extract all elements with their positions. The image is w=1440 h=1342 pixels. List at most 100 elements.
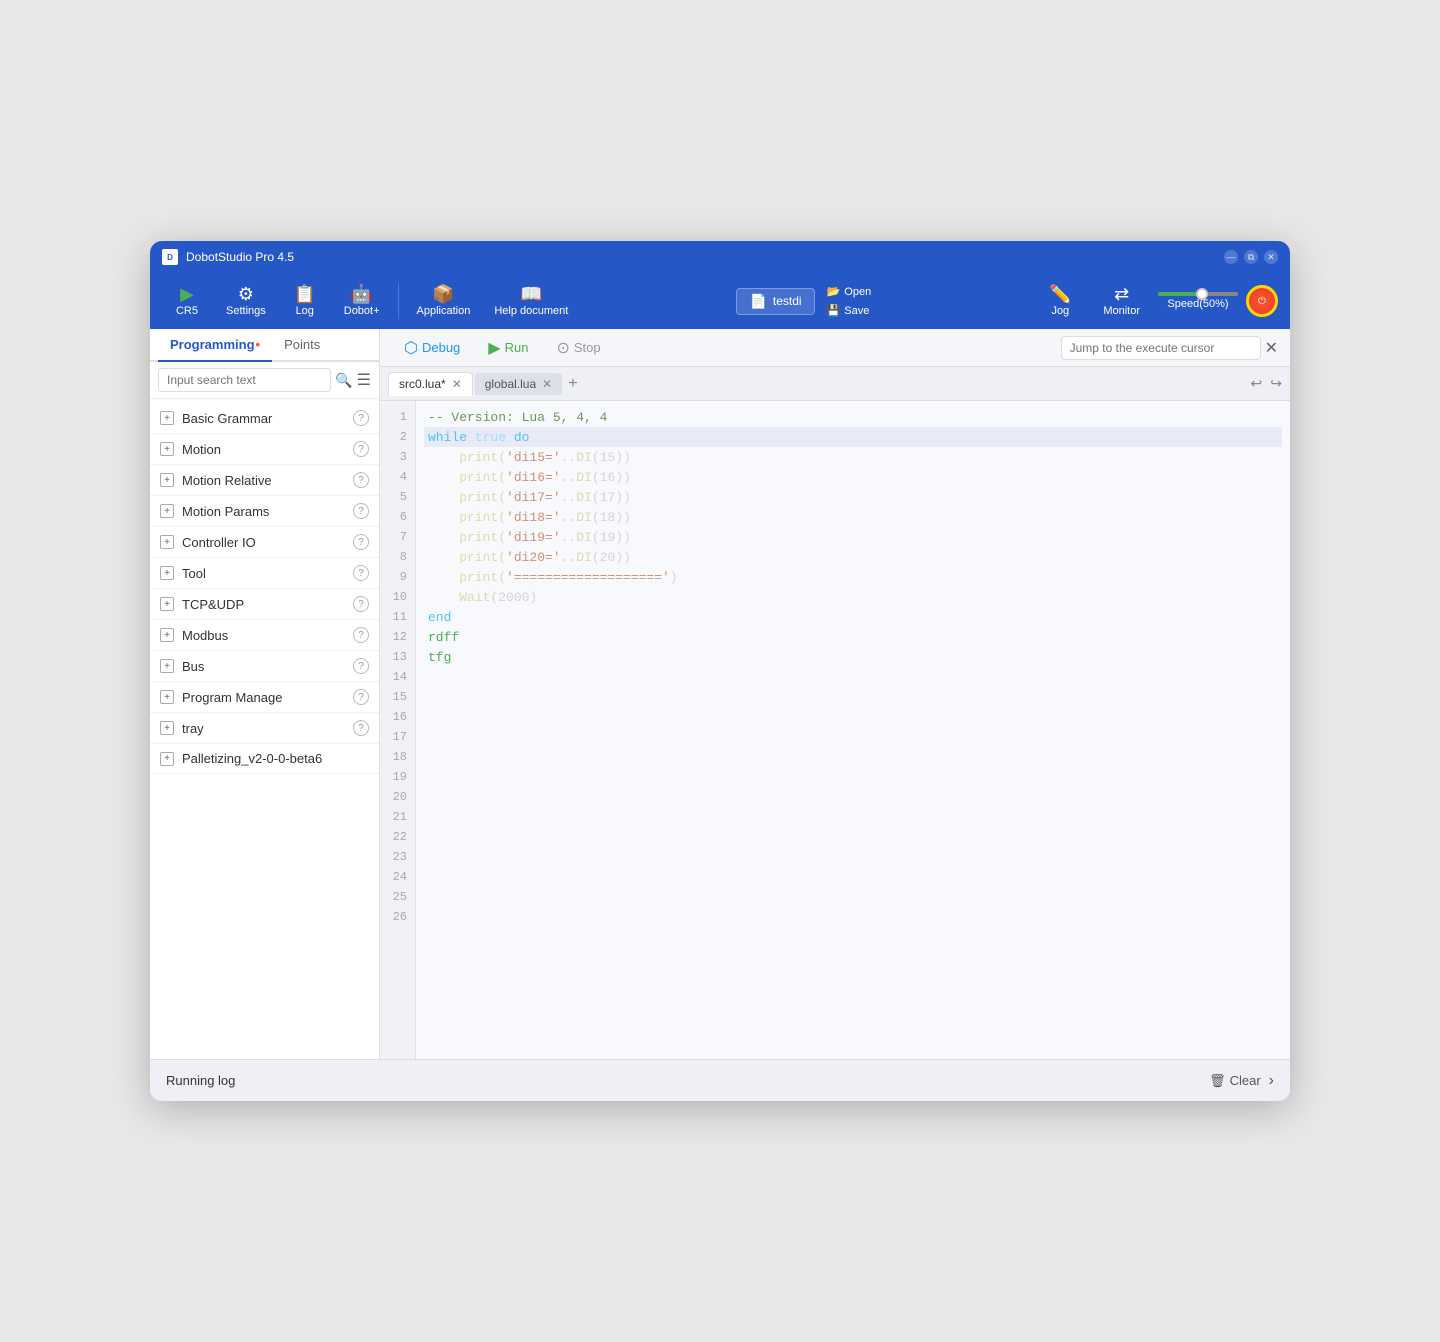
- jog-label: Jog: [1051, 305, 1069, 317]
- editor-actions: ↩ ↪: [1251, 375, 1282, 392]
- jump-cursor-input[interactable]: [1061, 336, 1261, 360]
- code-line-6: print('di18='..DI(18)): [424, 507, 1282, 527]
- sidebar-item-motion-relative[interactable]: + Motion Relative ?: [150, 465, 379, 496]
- sidebar-item-controller-io[interactable]: + Controller IO ?: [150, 527, 379, 558]
- expand-icon: +: [160, 442, 174, 456]
- editor-forward-button[interactable]: ↪: [1270, 375, 1282, 392]
- toolbar-jog[interactable]: ✏️ Jog: [1035, 281, 1085, 321]
- toolbar-application[interactable]: 📦 Application: [407, 281, 481, 321]
- toolbar-dobot[interactable]: 🤖 Dobot+: [334, 281, 390, 321]
- sidebar-item-tcp-udp[interactable]: + TCP&UDP ?: [150, 589, 379, 620]
- save-button[interactable]: 💾 Save: [821, 302, 878, 319]
- code-line-14: [424, 667, 1282, 687]
- stop-button[interactable]: ⊙ Stop: [544, 334, 612, 362]
- line-num-13: 13: [380, 647, 415, 667]
- toolbar-log[interactable]: 📋 Log: [280, 281, 330, 321]
- toolbar-monitor[interactable]: ⇄ Monitor: [1093, 281, 1150, 321]
- code-line-1: -- Version: Lua 5, 4, 4: [424, 407, 1282, 427]
- settings-icon: ⚙: [238, 285, 254, 303]
- search-button[interactable]: 🔍: [335, 372, 352, 389]
- sidebar-item-basic-grammar[interactable]: + Basic Grammar ?: [150, 403, 379, 434]
- menu-button[interactable]: ☰: [357, 370, 371, 390]
- sidebar-item-modbus[interactable]: + Modbus ?: [150, 620, 379, 651]
- code-content[interactable]: -- Version: Lua 5, 4, 4 while true do pr…: [416, 401, 1290, 1059]
- sidebar-item-tool[interactable]: + Tool ?: [150, 558, 379, 589]
- sidebar-label-modbus: Modbus: [182, 628, 353, 643]
- code-line-26: [424, 907, 1282, 927]
- help-icon-modbus[interactable]: ?: [353, 627, 369, 643]
- run-icon: ▶: [488, 338, 500, 358]
- restore-button[interactable]: ⧉: [1244, 250, 1258, 264]
- sidebar-item-bus[interactable]: + Bus ?: [150, 651, 379, 682]
- sidebar-item-motion-params[interactable]: + Motion Params ?: [150, 496, 379, 527]
- close-tab-src0[interactable]: ✕: [452, 377, 462, 391]
- sidebar-label-tool: Tool: [182, 566, 353, 581]
- toolbar-right: ✏️ Jog ⇄ Monitor Speed(50%) ⏻: [1035, 281, 1278, 321]
- run-button[interactable]: ▶ Run: [476, 334, 540, 362]
- editor-tab-label-global: global.lua: [485, 377, 536, 391]
- minimize-button[interactable]: —: [1224, 250, 1238, 264]
- sidebar-item-motion[interactable]: + Motion ?: [150, 434, 379, 465]
- help-icon-basic-grammar[interactable]: ?: [353, 410, 369, 426]
- close-button[interactable]: ✕: [1264, 250, 1278, 264]
- sidebar-item-program-manage[interactable]: + Program Manage ?: [150, 682, 379, 713]
- sidebar-label-controller-io: Controller IO: [182, 535, 353, 550]
- help-icon-motion[interactable]: ?: [353, 441, 369, 457]
- content-area: Programming• Points 🔍 ☰ + Basic Grammar …: [150, 329, 1290, 1059]
- help-icon-controller-io[interactable]: ?: [353, 534, 369, 550]
- file-icon: 📄: [749, 293, 766, 310]
- expand-log-button[interactable]: ›: [1269, 1072, 1274, 1090]
- code-line-21: [424, 807, 1282, 827]
- sidebar-label-motion: Motion: [182, 442, 353, 457]
- editor-tab-global[interactable]: global.lua ✕: [475, 373, 562, 395]
- help-icon-tcp-udp[interactable]: ?: [353, 596, 369, 612]
- help-icon-bus[interactable]: ?: [353, 658, 369, 674]
- speed-slider[interactable]: [1158, 292, 1238, 296]
- help-icon-program-manage[interactable]: ?: [353, 689, 369, 705]
- editor-tabs: src0.lua* ✕ global.lua ✕ + ↩ ↪: [380, 367, 1290, 401]
- title-bar-controls: — ⧉ ✕: [1224, 250, 1278, 264]
- editor-tab-label-src0: src0.lua*: [399, 377, 446, 391]
- toolbar-cr5[interactable]: ▶ CR5: [162, 281, 212, 321]
- editor-tab-src0[interactable]: src0.lua* ✕: [388, 372, 473, 396]
- code-line-24: [424, 867, 1282, 887]
- help-icon-motion-params[interactable]: ?: [353, 503, 369, 519]
- help-icon-tool[interactable]: ?: [353, 565, 369, 581]
- toolbar-help-document[interactable]: 📖 Help document: [484, 281, 578, 321]
- tab-programming[interactable]: Programming•: [158, 329, 272, 362]
- toolbar-settings[interactable]: ⚙ Settings: [216, 281, 276, 321]
- line-num-6: 6: [380, 507, 415, 527]
- line-num-18: 18: [380, 747, 415, 767]
- add-tab-button[interactable]: +: [564, 375, 581, 393]
- search-bar: 🔍 ☰: [150, 362, 379, 399]
- dobot-icon: 🤖: [350, 285, 372, 303]
- file-tab-button[interactable]: 📄 testdi: [736, 288, 814, 315]
- clear-button[interactable]: 🗑 Clear: [1209, 1073, 1261, 1089]
- code-line-7: print('di19='..DI(19)): [424, 527, 1282, 547]
- sidebar-item-palletizing[interactable]: + Palletizing_v2-0-0-beta6: [150, 744, 379, 774]
- bottom-bar-actions: 🗑 Clear ›: [1209, 1072, 1274, 1090]
- search-input[interactable]: [158, 368, 331, 392]
- code-editor[interactable]: 1 2 3 4 5 6 7 8 9 10 11 12 13 14 15 16 1: [380, 401, 1290, 1059]
- editor-back-button[interactable]: ↩: [1251, 375, 1263, 392]
- help-icon-motion-relative[interactable]: ?: [353, 472, 369, 488]
- sidebar-item-tray[interactable]: + tray ?: [150, 713, 379, 744]
- expand-icon: +: [160, 597, 174, 611]
- code-line-22: [424, 827, 1282, 847]
- tab-points[interactable]: Points: [272, 329, 332, 362]
- close-jump-button[interactable]: ✕: [1265, 338, 1278, 358]
- expand-icon: +: [160, 473, 174, 487]
- app-window: D DobotStudio Pro 4.5 — ⧉ ✕ ▶ CR5 ⚙ Sett…: [150, 241, 1290, 1101]
- close-tab-global[interactable]: ✕: [542, 377, 552, 391]
- help-icon-tray[interactable]: ?: [353, 720, 369, 736]
- emergency-stop-button[interactable]: ⏻: [1246, 285, 1278, 317]
- line-num-3: 3: [380, 447, 415, 467]
- sidebar-label-palletizing: Palletizing_v2-0-0-beta6: [182, 751, 369, 766]
- title-bar-left: D DobotStudio Pro 4.5: [162, 249, 294, 265]
- open-button[interactable]: 📂 Open: [821, 283, 878, 300]
- sidebar-label-tray: tray: [182, 721, 353, 736]
- line-num-8: 8: [380, 547, 415, 567]
- debug-button[interactable]: ⬡ Debug: [392, 334, 472, 362]
- expand-icon: +: [160, 535, 174, 549]
- sidebar-label-tcp-udp: TCP&UDP: [182, 597, 353, 612]
